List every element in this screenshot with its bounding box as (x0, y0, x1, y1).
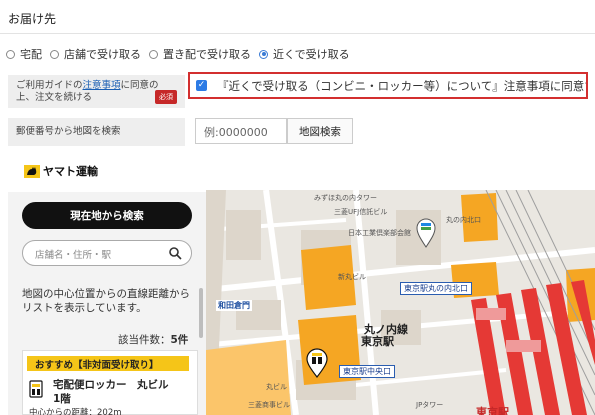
terms-link[interactable]: 注意事項 (83, 80, 121, 91)
map-label-trust: 三菱UFJ信託ビル (334, 208, 388, 216)
postal-code-input[interactable]: 例:0000000 (195, 118, 287, 144)
store-name: 宅配便ロッカー 丸ビル 1階 (53, 379, 179, 405)
map-search-button[interactable]: 地図検索 (287, 118, 353, 144)
map-label-tokyo-station: 東京駅 (361, 335, 394, 348)
radio-store-pickup[interactable]: 店舗で受け取る (50, 46, 141, 62)
radio-nearby-pickup[interactable]: 近くで受け取る (259, 46, 350, 62)
delivery-options: 宅配 店舗で受け取る 置き配で受け取る 近くで受け取る (6, 46, 358, 62)
map-label-jp-tower: JPタワー (416, 401, 444, 409)
recommend-badge: おすすめ【非対面受け取り】 (27, 356, 189, 371)
map-label-club: 日本工業倶楽部会館 (348, 229, 411, 237)
black-cat-icon (24, 164, 40, 178)
radio-leave-at-door[interactable]: 置き配で受け取る (149, 46, 251, 62)
radio-circle[interactable] (259, 49, 268, 59)
agreement-label-prefix: ご利用ガイドの (16, 80, 83, 91)
map-label-mizuho: みずほ丸の内タワー (314, 194, 377, 202)
store-search-input[interactable]: 店舗名・住所・駅 (22, 240, 192, 266)
current-location-button[interactable]: 現在地から検索 (22, 202, 192, 229)
result-count: 該当件数：5件 (118, 332, 188, 347)
locker-pin-icon[interactable] (306, 348, 328, 378)
map-label-north-exit: 丸の内北口 (446, 216, 481, 224)
radio-circle[interactable] (149, 49, 158, 59)
postal-label: 郵便番号から地図を検索 (8, 118, 185, 146)
search-icon[interactable] (168, 246, 182, 260)
carrier-logo: ヤマト運輸 (24, 163, 98, 179)
agreement-label: ご利用ガイドの注意事項に同意の上、注文を続ける 必須 (8, 75, 185, 108)
map-label-mitsubishi: 三菱商事ビル (248, 401, 290, 409)
result-count-value: 5件 (170, 334, 189, 346)
map-label-marubiru: 丸ビル (266, 383, 287, 391)
radio-label: 宅配 (20, 48, 42, 61)
result-count-label: 該当件数： (118, 334, 171, 346)
required-badge: 必須 (155, 90, 177, 104)
map-label-shinmaru: 新丸ビル (338, 273, 366, 281)
radio-label: 置き配で受け取る (163, 48, 251, 61)
page-title: お届け先 (8, 12, 57, 26)
agreement-checkbox-label: 『近くで受け取る（コンビニ・ロッカー等）について』注意事項に同意する (217, 78, 588, 93)
map-label-wadakura: 和田倉門 (216, 300, 252, 311)
agreement-checkbox-row[interactable]: ✓ 『近くで受け取る（コンビニ・ロッカー等）について』注意事項に同意する (188, 72, 588, 99)
radio-label: 店舗で受け取る (64, 48, 141, 61)
station-tag-central[interactable]: 東京駅中央口 (339, 365, 395, 378)
agreement-checkbox[interactable]: ✓ (196, 80, 207, 91)
list-scrollbar[interactable] (199, 288, 203, 338)
radio-circle[interactable] (6, 49, 15, 59)
locker-icon (29, 380, 43, 398)
map-canvas[interactable] (206, 190, 595, 415)
station-tag-north[interactable]: 東京駅丸の内北口 (400, 282, 472, 295)
carrier-name: ヤマト運輸 (43, 165, 98, 178)
map-label-tokyo-big: 東京駅 (476, 406, 509, 415)
store-card[interactable]: おすすめ【非対面受け取り】 宅配便ロッカー 丸ビル 1階 中心からの距離：202… (22, 350, 198, 415)
list-description: 地図の中心位置からの直線距離からリストを表示しています。 (22, 288, 190, 314)
store-search-placeholder: 店舗名・住所・駅 (35, 250, 112, 261)
store-search-panel: 現在地から検索 店舗名・住所・駅 地図の中心位置からの直線距離からリストを表示し… (8, 192, 206, 415)
map-pin-icon[interactable] (416, 218, 436, 248)
radio-home-delivery[interactable]: 宅配 (6, 46, 42, 62)
divider (0, 33, 595, 34)
map[interactable]: みずほ丸の内タワー 三菱UFJ信託ビル 日本工業倶楽部会館 丸の内北口 和田倉門… (206, 190, 595, 415)
store-distance: 中心からの距離：202m (29, 408, 122, 415)
radio-label: 近くで受け取る (273, 48, 350, 61)
radio-circle[interactable] (50, 49, 59, 59)
